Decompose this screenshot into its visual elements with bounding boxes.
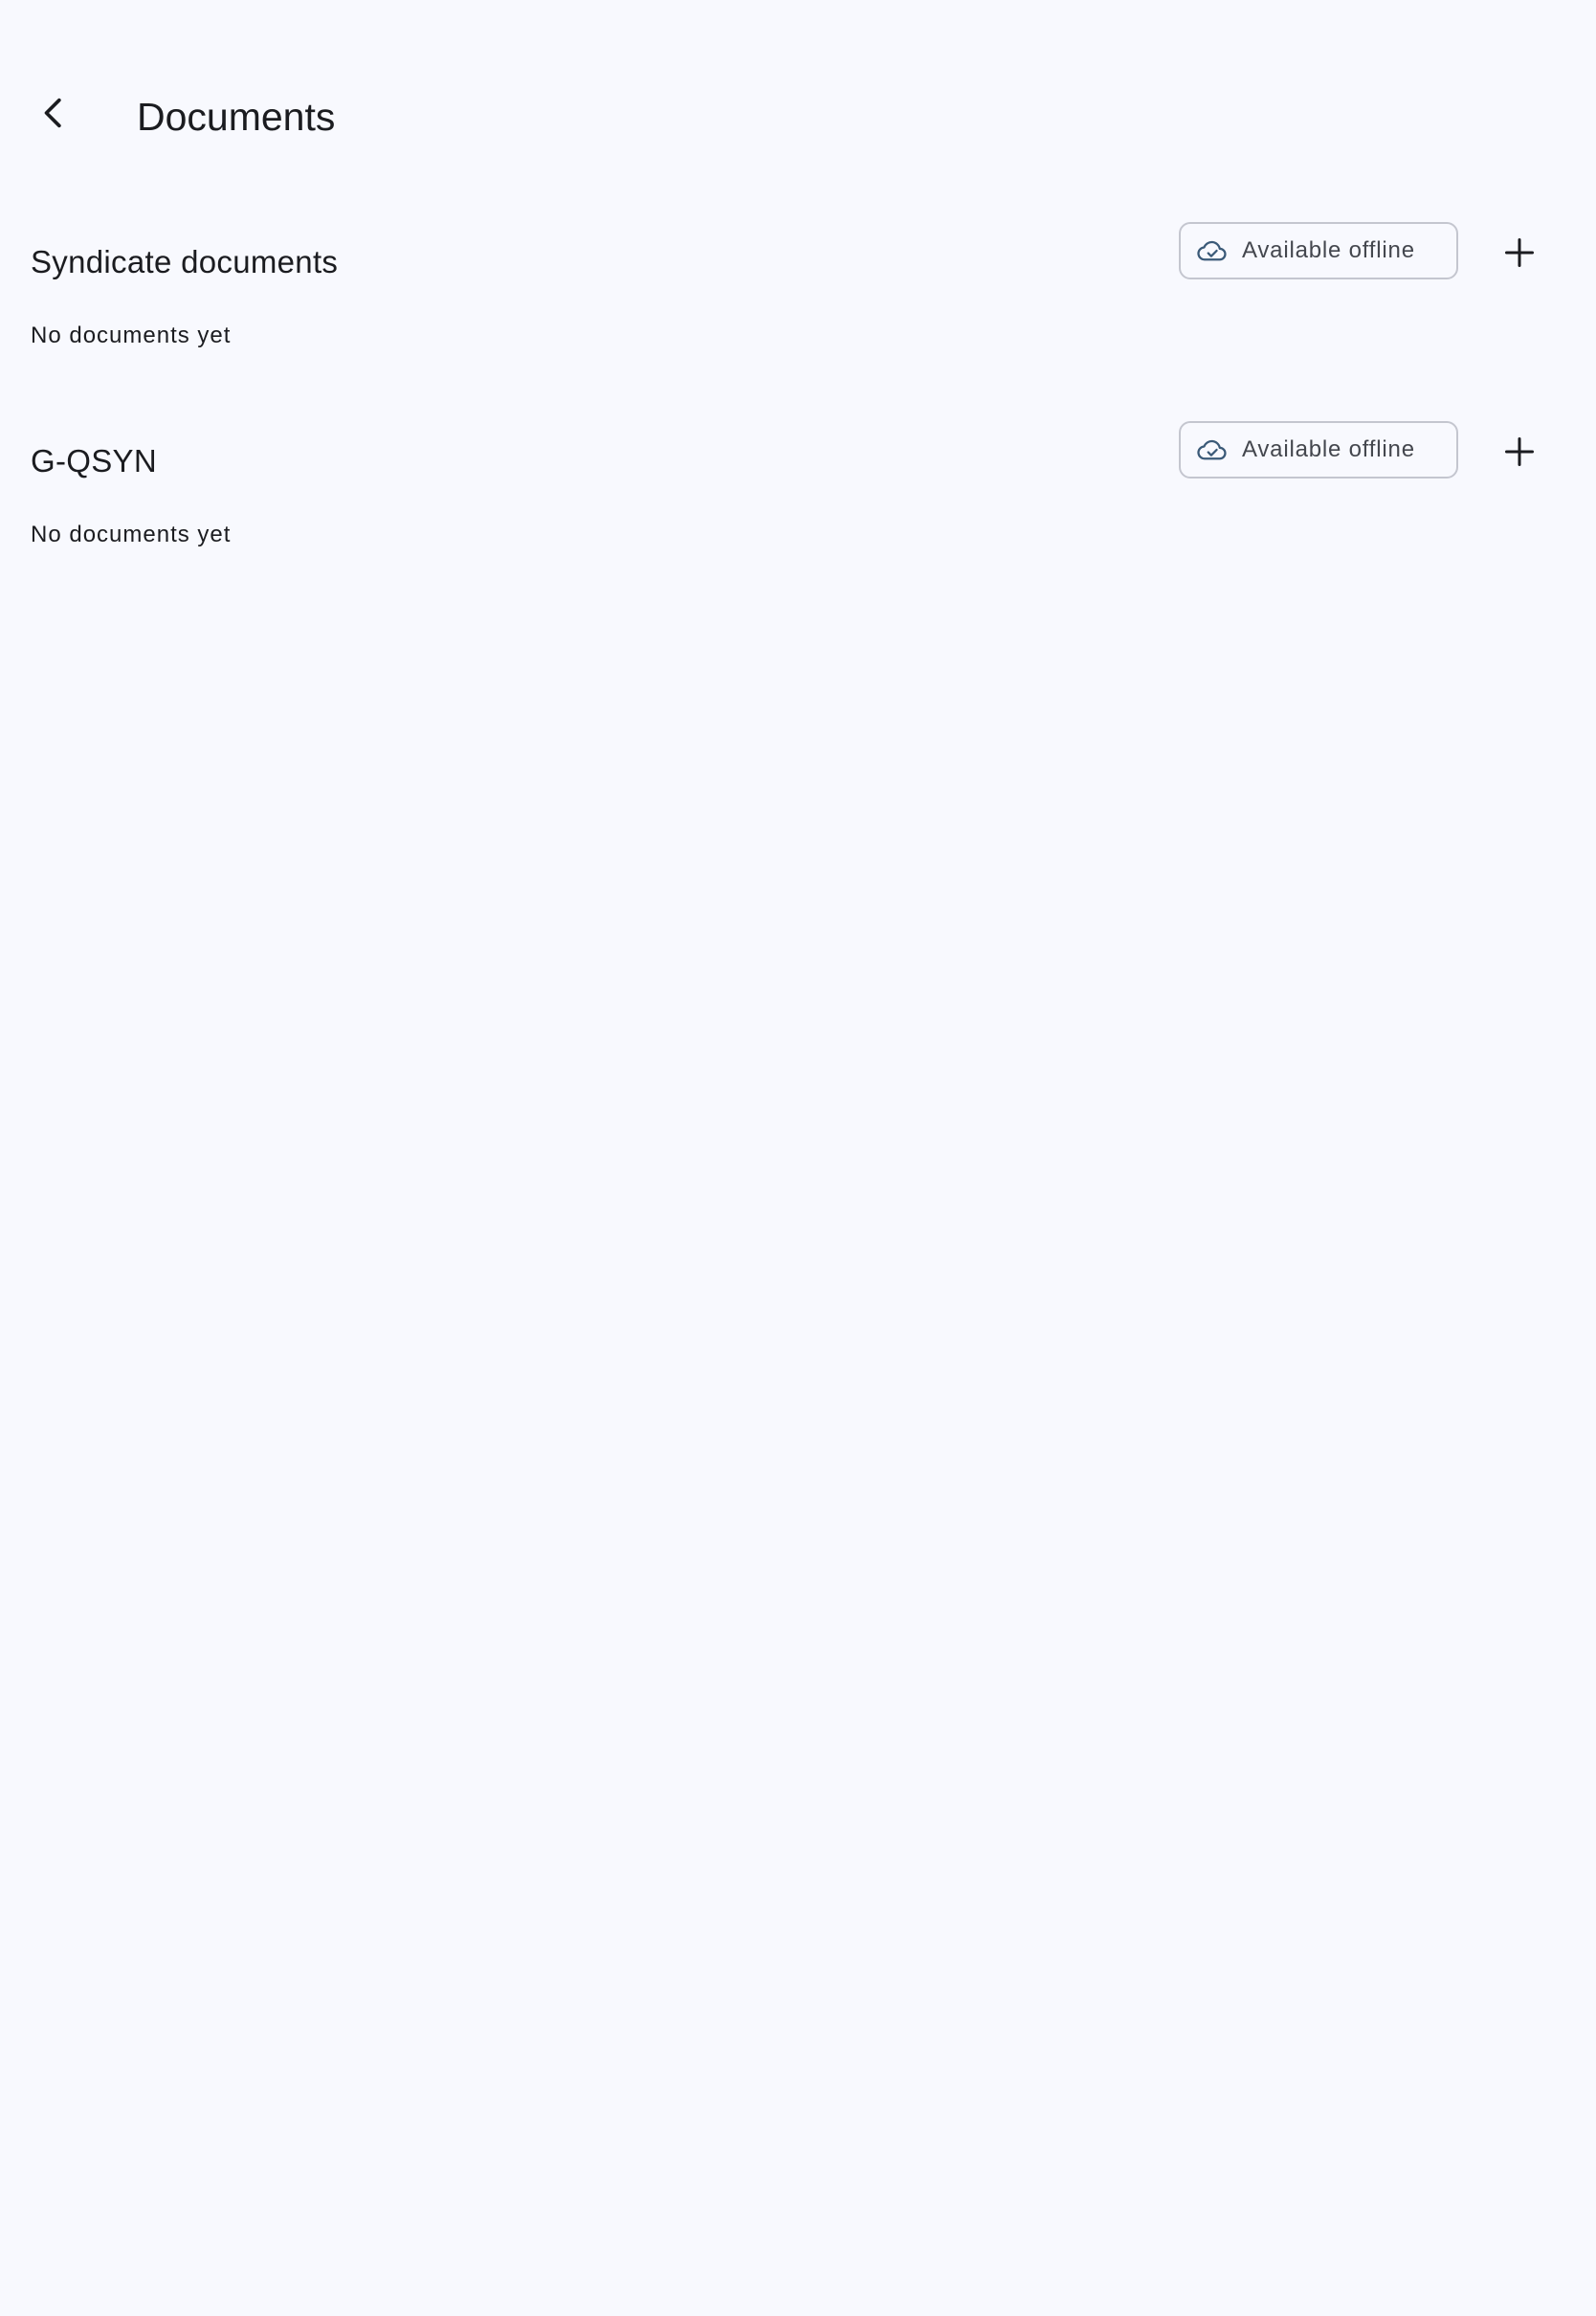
section-title: Syndicate documents [31, 244, 339, 279]
page-title: Documents [137, 95, 336, 139]
empty-state-text: No documents yet [31, 323, 232, 348]
chevron-left-icon [44, 98, 61, 128]
plus-icon [1505, 437, 1534, 466]
section-syndicate-documents: Syndicate documents Available offline No… [0, 222, 1596, 413]
cloud-check-icon [1196, 434, 1229, 466]
plus-icon [1505, 238, 1534, 267]
available-offline-chip[interactable]: Available offline [1179, 222, 1458, 279]
section-title: G-QSYN [31, 443, 157, 479]
app-bar: Documents [0, 0, 1596, 191]
back-button[interactable] [23, 82, 84, 144]
cloud-check-icon [1196, 234, 1229, 267]
section-g-qsyn: G-QSYN Available offline No documents ye… [0, 421, 1596, 612]
chip-label: Available offline [1242, 237, 1415, 263]
empty-state-text: No documents yet [31, 522, 232, 547]
add-document-button[interactable] [1489, 222, 1550, 283]
add-document-button[interactable] [1489, 421, 1550, 482]
available-offline-chip[interactable]: Available offline [1179, 421, 1458, 479]
chip-label: Available offline [1242, 436, 1415, 462]
